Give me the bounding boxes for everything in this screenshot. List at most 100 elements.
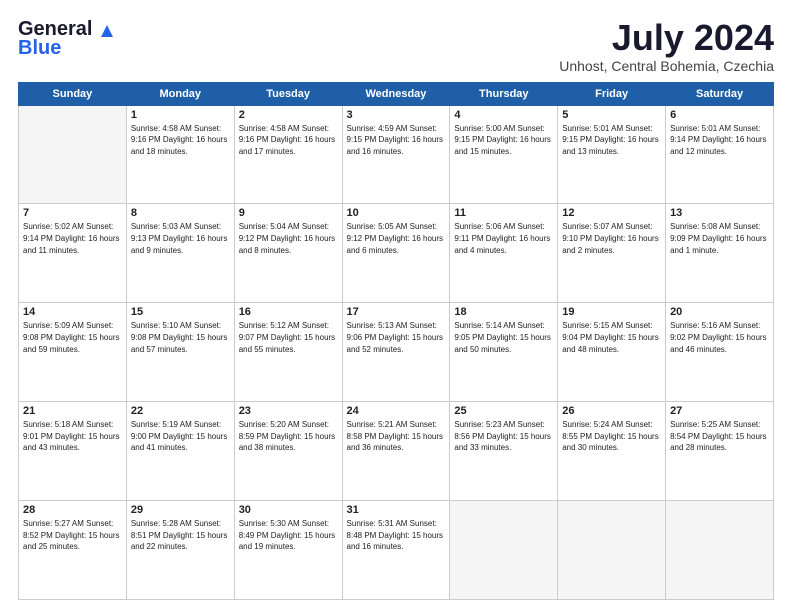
table-row xyxy=(450,501,558,600)
day-number: 14 xyxy=(23,306,122,318)
table-row: 24 Sunrise: 5:21 AM Sunset: 8:58 PM Dayli… xyxy=(342,402,450,501)
day-info: Sunrise: 5:20 AM Sunset: 8:59 PM Dayligh… xyxy=(239,419,338,454)
day-info: Sunrise: 5:14 AM Sunset: 9:05 PM Dayligh… xyxy=(454,320,553,355)
col-saturday: Saturday xyxy=(666,82,774,105)
table-row xyxy=(19,105,127,204)
table-row: 21 Sunrise: 5:18 AM Sunset: 9:01 PM Dayli… xyxy=(19,402,127,501)
table-row: 23 Sunrise: 5:20 AM Sunset: 8:59 PM Dayli… xyxy=(234,402,342,501)
calendar-table: Sunday Monday Tuesday Wednesday Thursday… xyxy=(18,82,774,600)
day-number: 3 xyxy=(347,109,446,121)
table-row: 22 Sunrise: 5:19 AM Sunset: 9:00 PM Dayli… xyxy=(126,402,234,501)
col-monday: Monday xyxy=(126,82,234,105)
logo-icon xyxy=(99,23,115,39)
table-row: 13Sunrise: 5:08 AM Sunset: 9:09 PM Dayli… xyxy=(666,204,774,303)
logo: General Blue xyxy=(18,18,115,60)
table-row: 30 Sunrise: 5:30 AM Sunset: 8:49 PM Dayli… xyxy=(234,501,342,600)
table-row: 17 Sunrise: 5:13 AM Sunset: 9:06 PM Dayli… xyxy=(342,303,450,402)
day-number: 28 xyxy=(23,504,122,516)
day-number: 7 xyxy=(23,207,122,219)
table-row xyxy=(666,501,774,600)
day-number: 31 xyxy=(347,504,446,516)
day-info: Sunrise: 4:59 AM Sunset: 9:15 PM Dayligh… xyxy=(347,123,446,158)
table-row: 26Sunrise: 5:24 AM Sunset: 8:55 PM Dayli… xyxy=(558,402,666,501)
day-info: Sunrise: 4:58 AM Sunset: 9:16 PM Dayligh… xyxy=(131,123,230,158)
table-row: 8 Sunrise: 5:03 AM Sunset: 9:13 PM Daylig… xyxy=(126,204,234,303)
day-number: 15 xyxy=(131,306,230,318)
logo-general: General xyxy=(18,18,92,40)
day-info: Sunrise: 5:25 AM Sunset: 8:54 PM Dayligh… xyxy=(670,419,769,454)
table-row: 25Sunrise: 5:23 AM Sunset: 8:56 PM Dayli… xyxy=(450,402,558,501)
table-row: 28 Sunrise: 5:27 AM Sunset: 8:52 PM Dayli… xyxy=(19,501,127,600)
table-row: 15 Sunrise: 5:10 AM Sunset: 9:08 PM Dayli… xyxy=(126,303,234,402)
day-number: 22 xyxy=(131,405,230,417)
day-number: 30 xyxy=(239,504,338,516)
day-info: Sunrise: 5:12 AM Sunset: 9:07 PM Dayligh… xyxy=(239,320,338,355)
day-info: Sunrise: 5:19 AM Sunset: 9:00 PM Dayligh… xyxy=(131,419,230,454)
table-row: 2Sunrise: 4:58 AM Sunset: 9:16 PM Daylig… xyxy=(234,105,342,204)
day-number: 20 xyxy=(670,306,769,318)
col-wednesday: Wednesday xyxy=(342,82,450,105)
day-info: Sunrise: 5:01 AM Sunset: 9:15 PM Dayligh… xyxy=(562,123,661,158)
calendar-week-row: 28 Sunrise: 5:27 AM Sunset: 8:52 PM Dayli… xyxy=(19,501,774,600)
table-row: 12Sunrise: 5:07 AM Sunset: 9:10 PM Dayli… xyxy=(558,204,666,303)
table-row: 19Sunrise: 5:15 AM Sunset: 9:04 PM Dayli… xyxy=(558,303,666,402)
day-info: Sunrise: 5:09 AM Sunset: 9:08 PM Dayligh… xyxy=(23,320,122,355)
col-tuesday: Tuesday xyxy=(234,82,342,105)
table-row: 1 Sunrise: 4:58 AM Sunset: 9:16 PM Daylig… xyxy=(126,105,234,204)
day-info: Sunrise: 5:10 AM Sunset: 9:08 PM Dayligh… xyxy=(131,320,230,355)
day-number: 2 xyxy=(239,109,338,121)
day-info: Sunrise: 5:21 AM Sunset: 8:58 PM Dayligh… xyxy=(347,419,446,454)
day-info: Sunrise: 5:08 AM Sunset: 9:09 PM Dayligh… xyxy=(670,221,769,256)
table-row: 3 Sunrise: 4:59 AM Sunset: 9:15 PM Daylig… xyxy=(342,105,450,204)
day-number: 1 xyxy=(131,109,230,121)
day-info: Sunrise: 5:07 AM Sunset: 9:10 PM Dayligh… xyxy=(562,221,661,256)
day-info: Sunrise: 5:18 AM Sunset: 9:01 PM Dayligh… xyxy=(23,419,122,454)
day-number: 6 xyxy=(670,109,769,121)
table-row: 7 Sunrise: 5:02 AM Sunset: 9:14 PM Daylig… xyxy=(19,204,127,303)
day-info: Sunrise: 5:24 AM Sunset: 8:55 PM Dayligh… xyxy=(562,419,661,454)
day-info: Sunrise: 5:16 AM Sunset: 9:02 PM Dayligh… xyxy=(670,320,769,355)
day-number: 4 xyxy=(454,109,553,121)
day-info: Sunrise: 5:27 AM Sunset: 8:52 PM Dayligh… xyxy=(23,518,122,553)
table-row: 27Sunrise: 5:25 AM Sunset: 8:54 PM Dayli… xyxy=(666,402,774,501)
day-number: 17 xyxy=(347,306,446,318)
day-number: 9 xyxy=(239,207,338,219)
day-number: 21 xyxy=(23,405,122,417)
table-row: 4 Sunrise: 5:00 AM Sunset: 9:15 PM Daylig… xyxy=(450,105,558,204)
calendar-week-row: 14 Sunrise: 5:09 AM Sunset: 9:08 PM Dayli… xyxy=(19,303,774,402)
day-info: Sunrise: 5:30 AM Sunset: 8:49 PM Dayligh… xyxy=(239,518,338,553)
day-info: Sunrise: 5:04 AM Sunset: 9:12 PM Dayligh… xyxy=(239,221,338,256)
day-number: 19 xyxy=(562,306,661,318)
calendar-week-row: 7 Sunrise: 5:02 AM Sunset: 9:14 PM Daylig… xyxy=(19,204,774,303)
day-info: Sunrise: 5:00 AM Sunset: 9:15 PM Dayligh… xyxy=(454,123,553,158)
col-thursday: Thursday xyxy=(450,82,558,105)
table-row: 5 Sunrise: 5:01 AM Sunset: 9:15 PM Daylig… xyxy=(558,105,666,204)
calendar-week-row: 21 Sunrise: 5:18 AM Sunset: 9:01 PM Dayli… xyxy=(19,402,774,501)
day-info: Sunrise: 5:05 AM Sunset: 9:12 PM Dayligh… xyxy=(347,221,446,256)
calendar-week-row: 1 Sunrise: 4:58 AM Sunset: 9:16 PM Daylig… xyxy=(19,105,774,204)
day-number: 8 xyxy=(131,207,230,219)
col-friday: Friday xyxy=(558,82,666,105)
table-row: 29Sunrise: 5:28 AM Sunset: 8:51 PM Dayli… xyxy=(126,501,234,600)
table-row: 18 Sunrise: 5:14 AM Sunset: 9:05 PM Dayli… xyxy=(450,303,558,402)
table-row: 9 Sunrise: 5:04 AM Sunset: 9:12 PM Daylig… xyxy=(234,204,342,303)
page: General Blue July 2024 Unhost, Central B… xyxy=(0,0,792,612)
day-info: Sunrise: 5:03 AM Sunset: 9:13 PM Dayligh… xyxy=(131,221,230,256)
day-number: 24 xyxy=(347,405,446,417)
day-number: 10 xyxy=(347,207,446,219)
day-number: 11 xyxy=(454,207,553,219)
table-row: 31Sunrise: 5:31 AM Sunset: 8:48 PM Dayli… xyxy=(342,501,450,600)
day-number: 18 xyxy=(454,306,553,318)
col-sunday: Sunday xyxy=(19,82,127,105)
day-info: Sunrise: 5:01 AM Sunset: 9:14 PM Dayligh… xyxy=(670,123,769,158)
calendar-header-row: Sunday Monday Tuesday Wednesday Thursday… xyxy=(19,82,774,105)
title-block: July 2024 Unhost, Central Bohemia, Czech… xyxy=(559,18,774,74)
day-number: 5 xyxy=(562,109,661,121)
day-number: 23 xyxy=(239,405,338,417)
table-row: 14 Sunrise: 5:09 AM Sunset: 9:08 PM Dayli… xyxy=(19,303,127,402)
day-info: Sunrise: 5:06 AM Sunset: 9:11 PM Dayligh… xyxy=(454,221,553,256)
day-info: Sunrise: 5:13 AM Sunset: 9:06 PM Dayligh… xyxy=(347,320,446,355)
day-number: 29 xyxy=(131,504,230,516)
day-info: Sunrise: 5:23 AM Sunset: 8:56 PM Dayligh… xyxy=(454,419,553,454)
day-info: Sunrise: 5:02 AM Sunset: 9:14 PM Dayligh… xyxy=(23,221,122,256)
